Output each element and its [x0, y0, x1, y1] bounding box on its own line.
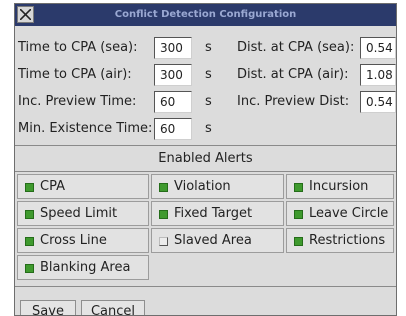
checkbox-indicator: [294, 183, 303, 192]
alert-label: Violation: [174, 179, 231, 194]
checkbox-indicator: [159, 183, 168, 192]
time-to-cpa-air-unit: s: [205, 67, 212, 82]
min-existence-time-label: Min. Existence Time:: [18, 121, 153, 136]
alert-label: Cross Line: [40, 233, 107, 248]
alert-cpa-checkbox[interactable]: CPA: [17, 174, 149, 199]
dist-at-cpa-air-field[interactable]: 1.08: [360, 64, 396, 86]
alert-leave-circle-checkbox[interactable]: Leave Circle: [286, 201, 394, 226]
time-to-cpa-sea-field[interactable]: 300: [154, 37, 192, 59]
alert-label: Speed Limit: [40, 206, 118, 221]
min-existence-time-unit: s: [205, 121, 212, 136]
title-bar: Conflict Detection Configuration: [15, 4, 396, 26]
alert-slaved-area-checkbox[interactable]: Slaved Area: [151, 228, 284, 253]
alert-label: Leave Circle: [309, 206, 389, 221]
cancel-button[interactable]: Cancel: [81, 300, 145, 315]
inc-preview-time-unit: s: [205, 94, 212, 109]
window-title: Conflict Detection Configuration: [114, 9, 297, 20]
dist-at-cpa-air-label: Dist. at CPA (air):: [237, 67, 349, 82]
checkbox-indicator: [25, 210, 34, 219]
alert-incursion-checkbox[interactable]: Incursion: [286, 174, 394, 199]
checkbox-indicator: [25, 183, 34, 192]
alert-blanking-area-checkbox[interactable]: Blanking Area: [17, 255, 149, 280]
save-button[interactable]: Save: [20, 300, 76, 315]
time-to-cpa-sea-label: Time to CPA (sea):: [18, 40, 138, 55]
checkbox-indicator: [25, 237, 34, 246]
alert-label: CPA: [40, 179, 65, 194]
time-to-cpa-sea-unit: s: [205, 40, 212, 55]
alert-label: Fixed Target: [174, 206, 253, 221]
alert-restrictions-checkbox[interactable]: Restrictions: [286, 228, 394, 253]
close-button[interactable]: [17, 6, 34, 23]
checkbox-indicator: [25, 264, 34, 273]
divider: [15, 145, 396, 146]
alert-fixed-target-checkbox[interactable]: Fixed Target: [151, 201, 284, 226]
inc-preview-dist-label: Inc. Preview Dist:: [237, 94, 350, 109]
divider: [15, 286, 396, 287]
conflict-detection-dialog: Conflict Detection Configuration Time to…: [14, 3, 397, 316]
alert-speed-limit-checkbox[interactable]: Speed Limit: [17, 201, 149, 226]
inc-preview-time-label: Inc. Preview Time:: [18, 94, 137, 109]
checkbox-indicator: [294, 237, 303, 246]
enabled-alerts-heading: Enabled Alerts: [158, 151, 253, 166]
alert-violation-checkbox[interactable]: Violation: [151, 174, 284, 199]
alert-label: Restrictions: [309, 233, 386, 248]
inc-preview-time-field[interactable]: 60: [154, 91, 192, 113]
alert-label: Slaved Area: [174, 233, 252, 248]
dist-at-cpa-sea-label: Dist. at CPA (sea):: [237, 40, 355, 55]
time-to-cpa-air-label: Time to CPA (air):: [18, 67, 132, 82]
inc-preview-dist-field[interactable]: 0.54: [360, 91, 396, 113]
alert-label: Incursion: [309, 179, 369, 194]
dist-at-cpa-sea-field[interactable]: 0.54: [360, 37, 396, 59]
time-to-cpa-air-field[interactable]: 300: [154, 64, 192, 86]
checkbox-indicator: [159, 210, 168, 219]
alert-label: Blanking Area: [40, 260, 131, 275]
close-icon: [20, 9, 31, 20]
checkbox-indicator: [294, 210, 303, 219]
alert-cross-line-checkbox[interactable]: Cross Line: [17, 228, 149, 253]
min-existence-time-field[interactable]: 60: [154, 118, 192, 140]
divider: [15, 171, 396, 172]
checkbox-indicator: [159, 237, 168, 246]
